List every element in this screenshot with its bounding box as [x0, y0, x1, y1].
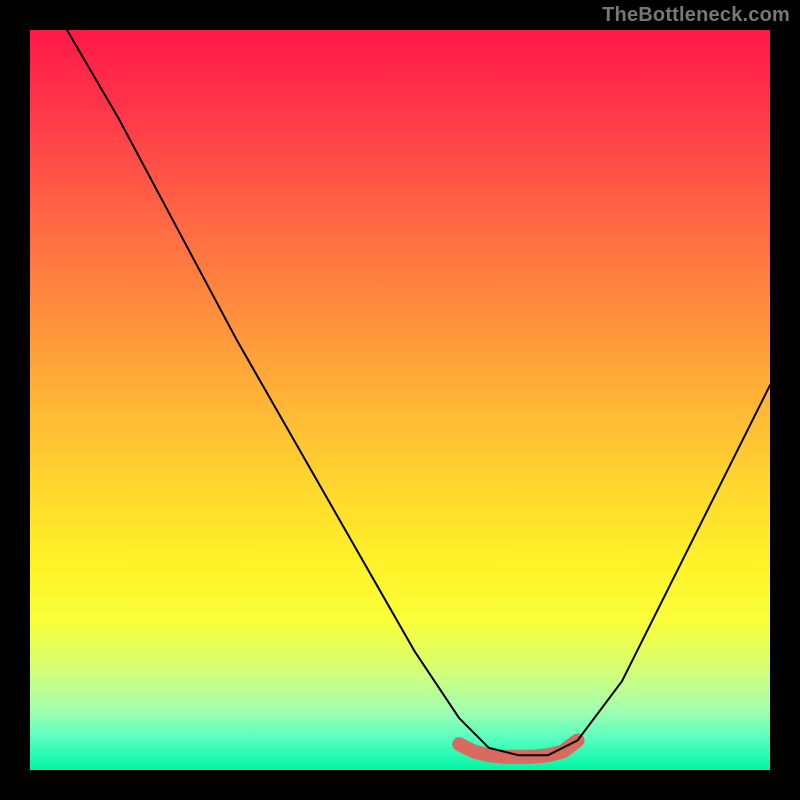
watermark-text: TheBottleneck.com: [602, 4, 790, 27]
chart-frame: TheBottleneck.com: [0, 0, 800, 800]
chart-overlay: [30, 30, 770, 770]
plot-area: [30, 30, 770, 770]
series-curve: [67, 30, 770, 755]
